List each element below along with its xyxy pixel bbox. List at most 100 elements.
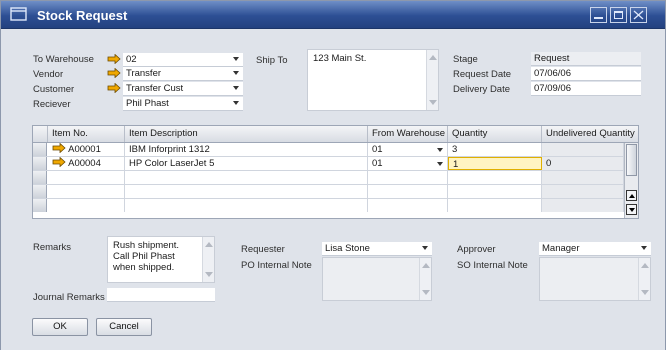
dropdown-caret-icon[interactable] — [437, 162, 443, 166]
scroll-up-icon[interactable] — [429, 55, 437, 60]
col-quantity[interactable]: Quantity — [448, 126, 542, 142]
undelivered-quantity-cell — [542, 199, 624, 212]
so-note-scrollbar[interactable] — [638, 258, 650, 300]
vendor-value: Transfer — [126, 68, 162, 79]
ok-button[interactable]: OK — [32, 318, 88, 336]
journal-remarks-field[interactable] — [107, 288, 215, 302]
item-no-cell[interactable] — [48, 185, 125, 198]
delivery-date-field[interactable]: 07/09/06 — [531, 82, 641, 96]
maximize-icon[interactable] — [610, 7, 627, 23]
scroll-down-icon[interactable] — [429, 100, 437, 105]
dropdown-caret-icon[interactable] — [641, 246, 647, 250]
quantity-cell[interactable] — [448, 185, 542, 198]
link-arrow-icon[interactable] — [107, 83, 121, 93]
vendor-label: Vendor — [33, 69, 64, 80]
scroll-up-icon[interactable] — [641, 263, 649, 268]
po-internal-note-label: PO Internal Note — [241, 260, 312, 271]
remarks-label: Remarks — [33, 242, 72, 253]
item-description-cell[interactable]: IBM Inforprint 1312 — [125, 143, 368, 156]
so-internal-note-label: SO Internal Note — [457, 260, 528, 271]
scroll-down-icon[interactable] — [205, 272, 213, 277]
quantity-cell[interactable] — [448, 171, 542, 184]
link-arrow-icon[interactable] — [52, 142, 66, 154]
item-description-cell[interactable] — [125, 185, 368, 198]
remarks-field[interactable]: Rush shipment. Call Phil Phast when ship… — [107, 236, 215, 283]
so-internal-note-field[interactable] — [539, 257, 651, 301]
scroll-down-button[interactable] — [626, 204, 637, 215]
link-arrow-icon[interactable] — [107, 68, 121, 78]
form-body: To Warehouse 02 Vendor Transfer Customer… — [1, 30, 665, 350]
quantity-cell[interactable]: 3 — [448, 143, 542, 156]
from-warehouse-cell[interactable] — [368, 171, 448, 184]
journal-remarks-label: Journal Remarks — [33, 292, 105, 303]
request-date-label: Request Date — [453, 69, 512, 80]
ship-to-address[interactable]: 123 Main St. — [307, 49, 439, 111]
item-description-cell[interactable] — [125, 171, 368, 184]
table-row[interactable] — [33, 185, 638, 199]
grid-scrollbar[interactable] — [624, 143, 638, 218]
scroll-down-icon[interactable] — [422, 290, 430, 295]
customer-field[interactable]: Transfer Cust — [123, 82, 243, 96]
link-arrow-icon[interactable] — [52, 156, 66, 168]
item-no-cell[interactable]: A00001 — [48, 142, 125, 156]
to-warehouse-value: 02 — [126, 54, 137, 65]
dropdown-caret-icon[interactable] — [422, 246, 428, 250]
grid-header: Item No. Item Description From Warehouse… — [33, 126, 638, 143]
quantity-cell-active[interactable]: 1 — [448, 157, 542, 170]
row-header[interactable] — [33, 199, 47, 212]
po-note-scrollbar[interactable] — [419, 258, 431, 300]
request-date-field[interactable]: 07/06/06 — [531, 67, 641, 81]
stage-label: Stage — [453, 54, 478, 65]
item-description-cell[interactable] — [125, 199, 368, 212]
dropdown-caret-icon[interactable] — [233, 57, 239, 61]
row-header[interactable] — [33, 185, 47, 198]
row-header[interactable] — [33, 143, 47, 156]
from-warehouse-cell[interactable]: 01 — [368, 143, 448, 156]
col-undelivered-quantity[interactable]: Undelivered Quantity — [542, 126, 638, 142]
minimize-icon[interactable] — [590, 7, 607, 23]
remarks-scrollbar[interactable] — [202, 237, 214, 282]
vendor-field[interactable]: Transfer — [123, 67, 243, 81]
dropdown-caret-icon[interactable] — [437, 148, 443, 152]
approver-value: Manager — [542, 243, 580, 254]
table-row[interactable] — [33, 171, 638, 185]
approver-field[interactable]: Manager — [539, 242, 651, 256]
requester-field[interactable]: Lisa Stone — [322, 242, 432, 256]
title-bar[interactable]: Stock Request — [1, 1, 665, 29]
col-item-description[interactable]: Item Description — [125, 126, 368, 142]
item-no-cell[interactable] — [48, 199, 125, 212]
scroll-up-button[interactable] — [626, 190, 637, 201]
row-header[interactable] — [33, 157, 47, 170]
ship-to-scrollbar[interactable] — [426, 50, 438, 110]
col-item-no[interactable]: Item No. — [48, 126, 125, 142]
receiver-field[interactable]: Phil Phast — [123, 97, 243, 111]
delivery-date-label: Delivery Date — [453, 84, 511, 95]
scroll-down-icon[interactable] — [641, 290, 649, 295]
dropdown-caret-icon[interactable] — [233, 86, 239, 90]
item-no-cell[interactable]: A00004 — [48, 156, 125, 170]
grid-scroll-thumb[interactable] — [626, 144, 637, 176]
close-icon[interactable] — [630, 7, 647, 23]
from-warehouse-cell[interactable] — [368, 185, 448, 198]
quantity-cell[interactable] — [448, 199, 542, 212]
item-no-cell[interactable] — [48, 171, 125, 184]
scroll-up-icon[interactable] — [422, 263, 430, 268]
po-internal-note-field[interactable] — [322, 257, 432, 301]
col-from-warehouse[interactable]: From Warehouse — [368, 126, 448, 142]
table-row[interactable]: A00001 IBM Inforprint 1312 01 3 — [33, 142, 638, 157]
row-header[interactable] — [33, 171, 47, 184]
from-warehouse-cell[interactable]: 01 — [368, 157, 448, 170]
link-arrow-icon[interactable] — [107, 54, 121, 64]
item-no-value: A00004 — [68, 158, 101, 169]
cancel-button[interactable]: Cancel — [96, 318, 152, 336]
item-no-value: A00001 — [68, 144, 101, 155]
table-row[interactable] — [33, 199, 638, 213]
dropdown-caret-icon[interactable] — [233, 71, 239, 75]
from-warehouse-cell[interactable] — [368, 199, 448, 212]
undelivered-quantity-cell — [542, 143, 624, 156]
scroll-up-icon[interactable] — [205, 242, 213, 247]
item-description-cell[interactable]: HP Color LaserJet 5 — [125, 157, 368, 170]
dropdown-caret-icon[interactable] — [233, 101, 239, 105]
to-warehouse-field[interactable]: 02 — [123, 53, 243, 67]
table-row[interactable]: A00004 HP Color LaserJet 5 01 1 0 — [33, 156, 638, 171]
